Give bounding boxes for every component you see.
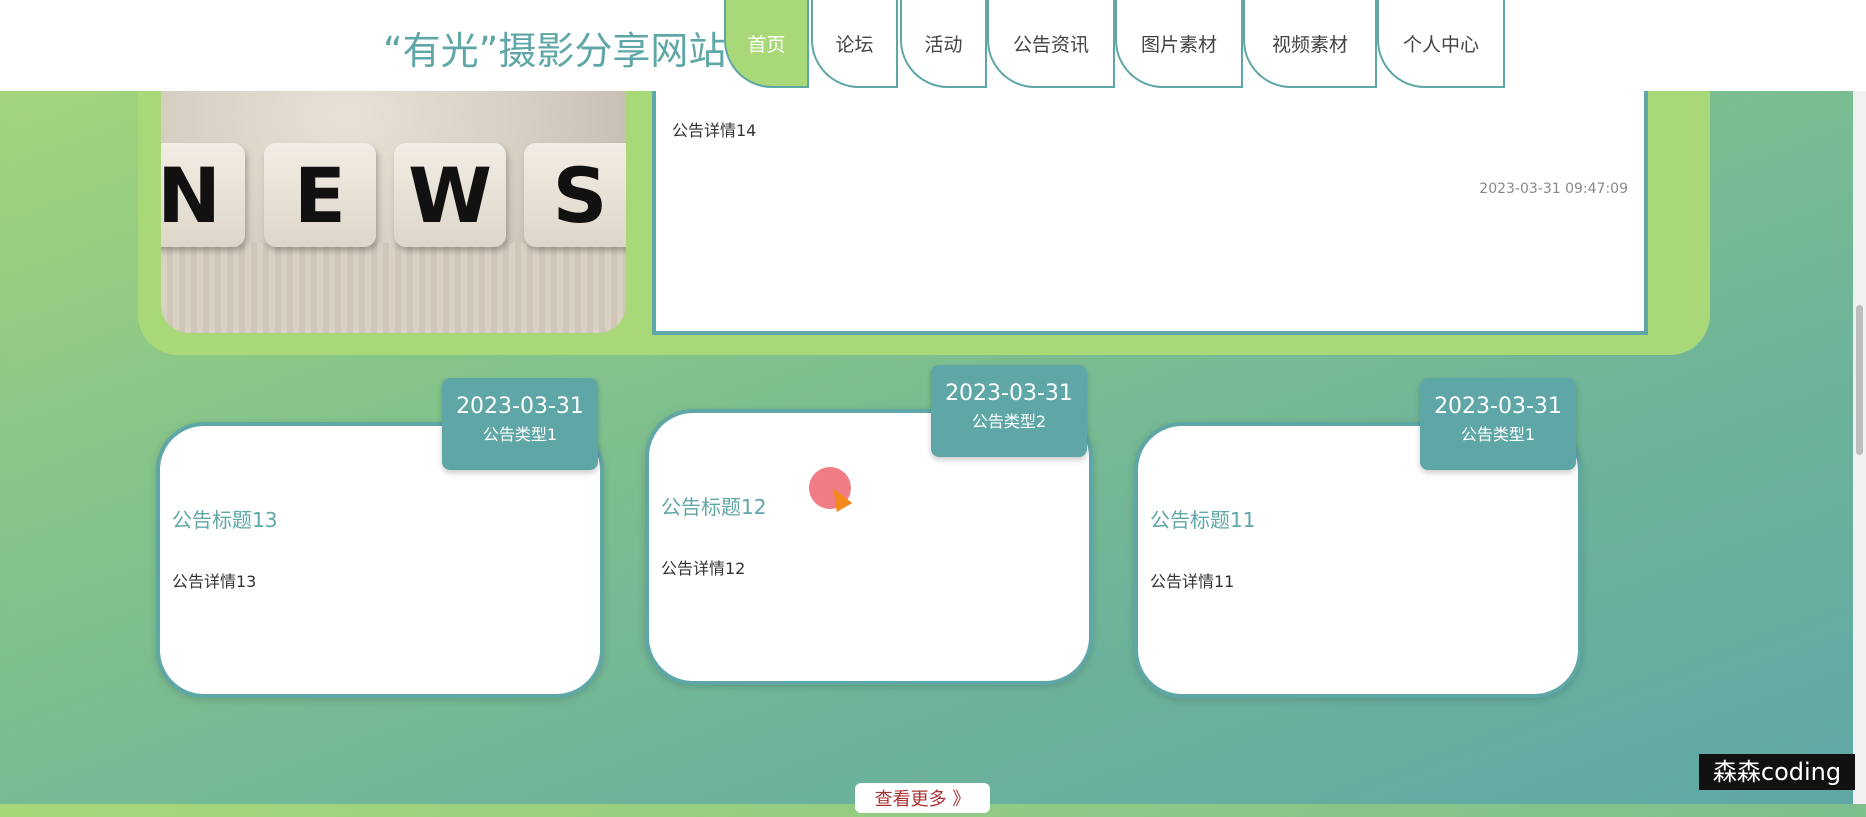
featured-news-detail[interactable]: 公告详情14 2023-03-31 09:47:09 xyxy=(652,91,1648,335)
nav-home[interactable]: 首页 xyxy=(724,0,809,88)
card-date: 2023-03-31 xyxy=(945,381,1073,406)
card-date: 2023-03-31 xyxy=(1434,394,1562,419)
card-detail: 公告详情11 xyxy=(1150,572,1235,591)
card-detail: 公告详情13 xyxy=(172,572,257,591)
card-date-tag: 2023-03-31 公告类型1 xyxy=(442,378,598,470)
nav-activity[interactable]: 活动 xyxy=(900,0,987,88)
nav-personal-center[interactable]: 个人中心 xyxy=(1377,0,1505,88)
card-type: 公告类型1 xyxy=(1460,425,1536,444)
card-date-tag: 2023-03-31 公告类型2 xyxy=(931,365,1087,457)
news-cube-w: W xyxy=(394,143,506,247)
nav-video-assets[interactable]: 视频素材 xyxy=(1243,0,1377,88)
site-title: “有光”摄影分享网站 xyxy=(383,29,727,73)
card-type: 公告类型2 xyxy=(971,412,1047,431)
card-date-tag: 2023-03-31 公告类型1 xyxy=(1420,378,1576,470)
nav-forum[interactable]: 论坛 xyxy=(811,0,898,88)
video-watermark: 森森coding xyxy=(1699,754,1855,790)
card-title[interactable]: 公告标题12 xyxy=(661,491,766,520)
news-cube-n: N xyxy=(161,143,245,247)
featured-news-image[interactable]: N E W S xyxy=(161,91,626,333)
card-date: 2023-03-31 xyxy=(456,394,584,419)
card-title[interactable]: 公告标题11 xyxy=(1150,504,1255,533)
nav-announcements[interactable]: 公告资讯 xyxy=(987,0,1115,88)
featured-detail-text: 公告详情14 xyxy=(672,121,757,140)
nav-image-assets[interactable]: 图片素材 xyxy=(1115,0,1243,88)
card-type: 公告类型1 xyxy=(482,425,558,444)
image-floor xyxy=(161,243,626,333)
card-title[interactable]: 公告标题13 xyxy=(172,504,277,533)
news-cube-e: E xyxy=(264,143,376,247)
top-header: “有光”摄影分享网站 首页 论坛 活动 公告资讯 图片素材 视频素材 个人中心 xyxy=(0,0,1866,91)
featured-timestamp: 2023-03-31 09:47:09 xyxy=(1479,181,1628,197)
card-detail: 公告详情12 xyxy=(661,559,746,578)
view-more-button[interactable]: 查看更多 》 xyxy=(855,783,990,813)
scrollbar-thumb[interactable] xyxy=(1856,305,1863,455)
news-cube-s: S xyxy=(524,143,626,247)
